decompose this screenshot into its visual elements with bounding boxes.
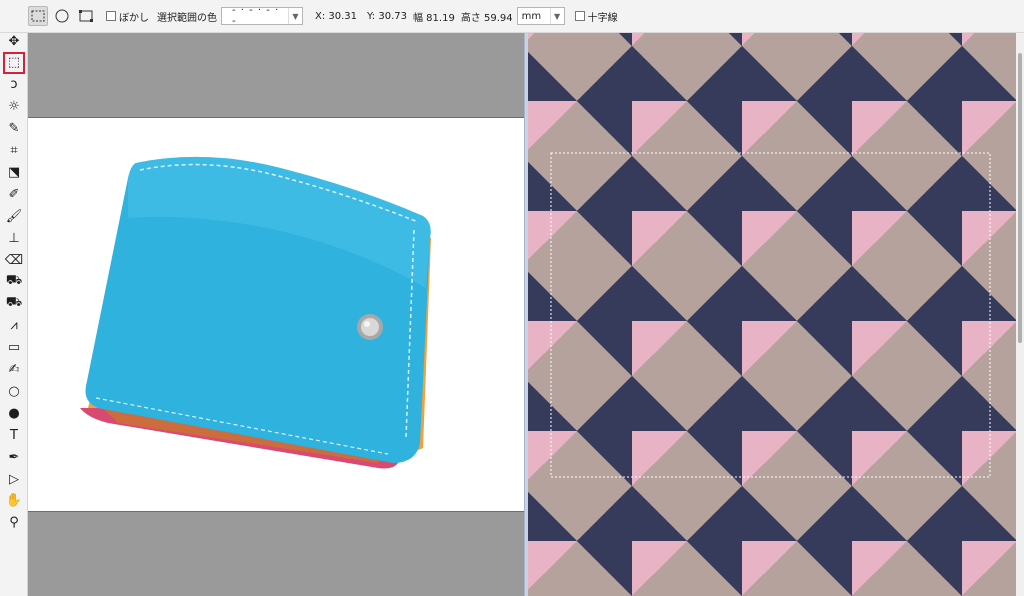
- selection-color-label: 選択範囲の色: [157, 12, 217, 24]
- rectangle-select-mode-button[interactable]: [28, 6, 48, 26]
- bucket-tool-icon: ⛟: [5, 273, 23, 289]
- width-readout: 幅 81.19: [413, 12, 455, 24]
- eraser-tool-icon: ⌫: [4, 252, 24, 268]
- bucket-tool-button[interactable]: ⛟: [3, 271, 25, 293]
- blur-tool-button[interactable]: ✍: [3, 359, 25, 381]
- rectangle-select-mode-icon: [31, 10, 45, 22]
- hand-tool-icon: ✋: [5, 493, 23, 509]
- feather-checkbox-box[interactable]: [106, 11, 116, 21]
- transform-tool-button[interactable]: ⬔: [3, 161, 25, 183]
- shape-tool-button[interactable]: ▭: [3, 337, 25, 359]
- drop-tool-icon: ○: [8, 383, 20, 399]
- image-editor-window: ぼかし 選択範囲の色 - · - · - · - ▼ X: 30.31 Y: 3…: [0, 0, 1024, 596]
- right-document-canvas[interactable]: [528, 33, 1024, 596]
- dodge-tool-icon: ●: [8, 405, 20, 421]
- hand-tool-button[interactable]: ✋: [3, 490, 25, 512]
- eyedropper-tool-button[interactable]: ✐: [3, 183, 25, 205]
- feather-checkbox[interactable]: ぼかし: [106, 9, 149, 24]
- selection-color-value: - · - · - · -: [232, 5, 280, 27]
- shape-tool-icon: ▭: [7, 340, 21, 356]
- move-tool-icon: ✥: [8, 33, 20, 49]
- crosshair-label: 十字線: [587, 12, 618, 24]
- pattern-tool-button[interactable]: ⩘: [3, 315, 25, 337]
- rectangle-select-tool-icon: ⬚: [7, 55, 21, 71]
- pen-select-tool-button[interactable]: ✎: [3, 118, 25, 140]
- brush-tool-button[interactable]: 🖌: [3, 205, 25, 227]
- rectangle-select-tool-button[interactable]: ⬚: [3, 51, 25, 74]
- magic-select-tool-icon: ☼: [8, 99, 20, 115]
- brush-tool-icon: 🖌: [5, 208, 23, 224]
- crop-tool-button[interactable]: ⌗: [3, 140, 25, 162]
- lasso-tool-button[interactable]: ↄ: [3, 74, 25, 96]
- ellipse-select-mode-button[interactable]: [52, 6, 72, 26]
- stamp-tool-button[interactable]: ⊥: [3, 227, 25, 249]
- polygon-select-mode-button[interactable]: [76, 6, 96, 26]
- direct-select-tool-button[interactable]: ▷: [3, 468, 25, 490]
- left-document-canvas[interactable]: [28, 33, 524, 596]
- text-tool-button[interactable]: T: [3, 424, 25, 446]
- pen-tool-icon: ✒: [8, 449, 20, 465]
- eraser-tool-button[interactable]: ⌫: [3, 249, 25, 271]
- chevron-down-icon: ▼: [549, 8, 564, 24]
- options-bar: ぼかし 選択範囲の色 - · - · - · - ▼ X: 30.31 Y: 3…: [0, 0, 1024, 33]
- text-tool-icon: T: [10, 427, 18, 443]
- tool-palette: ✥ ⬚ ↄ ☼ ✎ ⌗ ⬔ ✐ 🖌 ⊥ ⌫ ⛟ ⛟ ⩘ ▭ ✍ ○ ● T ✒ ▷ ✋ ⚲: [0, 33, 28, 596]
- bucket-fill-tool-icon: ⛟: [5, 295, 23, 311]
- stamp-tool-icon: ⊥: [8, 230, 20, 246]
- zoom-tool-button[interactable]: ⚲: [3, 512, 25, 534]
- height-readout: 高さ 59.94: [460, 12, 513, 24]
- feather-label: ぼかし: [119, 12, 149, 24]
- transform-tool-icon: ⬔: [7, 164, 21, 180]
- magic-select-tool-button[interactable]: ☼: [3, 96, 25, 118]
- ellipse-select-mode-icon: [55, 9, 69, 23]
- selection-color-dropdown[interactable]: - · - · - · - ▼: [221, 5, 303, 27]
- scrollbar-thumb[interactable]: [1018, 53, 1022, 343]
- crosshair-checkbox-box[interactable]: [574, 11, 585, 21]
- polygon-select-mode-icon: [79, 10, 93, 22]
- x-readout: X: 30.31: [315, 10, 358, 22]
- eyedropper-tool-icon: ✐: [8, 186, 20, 202]
- wallet-photo: [80, 156, 431, 469]
- chevron-down-icon: ▼: [288, 8, 302, 24]
- unit-value: mm: [521, 10, 542, 22]
- diamond-pattern: [528, 33, 1024, 596]
- dodge-tool-button[interactable]: ●: [3, 402, 25, 424]
- lasso-tool-icon: ↄ: [10, 77, 18, 93]
- bucket-fill-tool-button[interactable]: ⛟: [3, 293, 25, 315]
- crosshair-checkbox[interactable]: 十字線: [574, 9, 618, 24]
- crop-tool-icon: ⌗: [10, 143, 18, 158]
- move-tool-button[interactable]: ✥: [3, 30, 25, 52]
- pen-tool-button[interactable]: ✒: [3, 446, 25, 468]
- direct-select-tool-icon: ▷: [9, 471, 19, 487]
- pattern-tool-icon: ⩘: [10, 318, 18, 334]
- drop-tool-button[interactable]: ○: [3, 380, 25, 402]
- pen-select-tool-icon: ✎: [8, 121, 20, 137]
- y-readout: Y: 30.73: [367, 10, 407, 22]
- blur-tool-icon: ✍: [8, 362, 20, 377]
- vertical-scrollbar[interactable]: [1016, 33, 1024, 596]
- wallet-image[interactable]: [28, 117, 524, 512]
- zoom-tool-icon: ⚲: [9, 515, 19, 531]
- unit-dropdown[interactable]: mm ▼: [516, 7, 565, 25]
